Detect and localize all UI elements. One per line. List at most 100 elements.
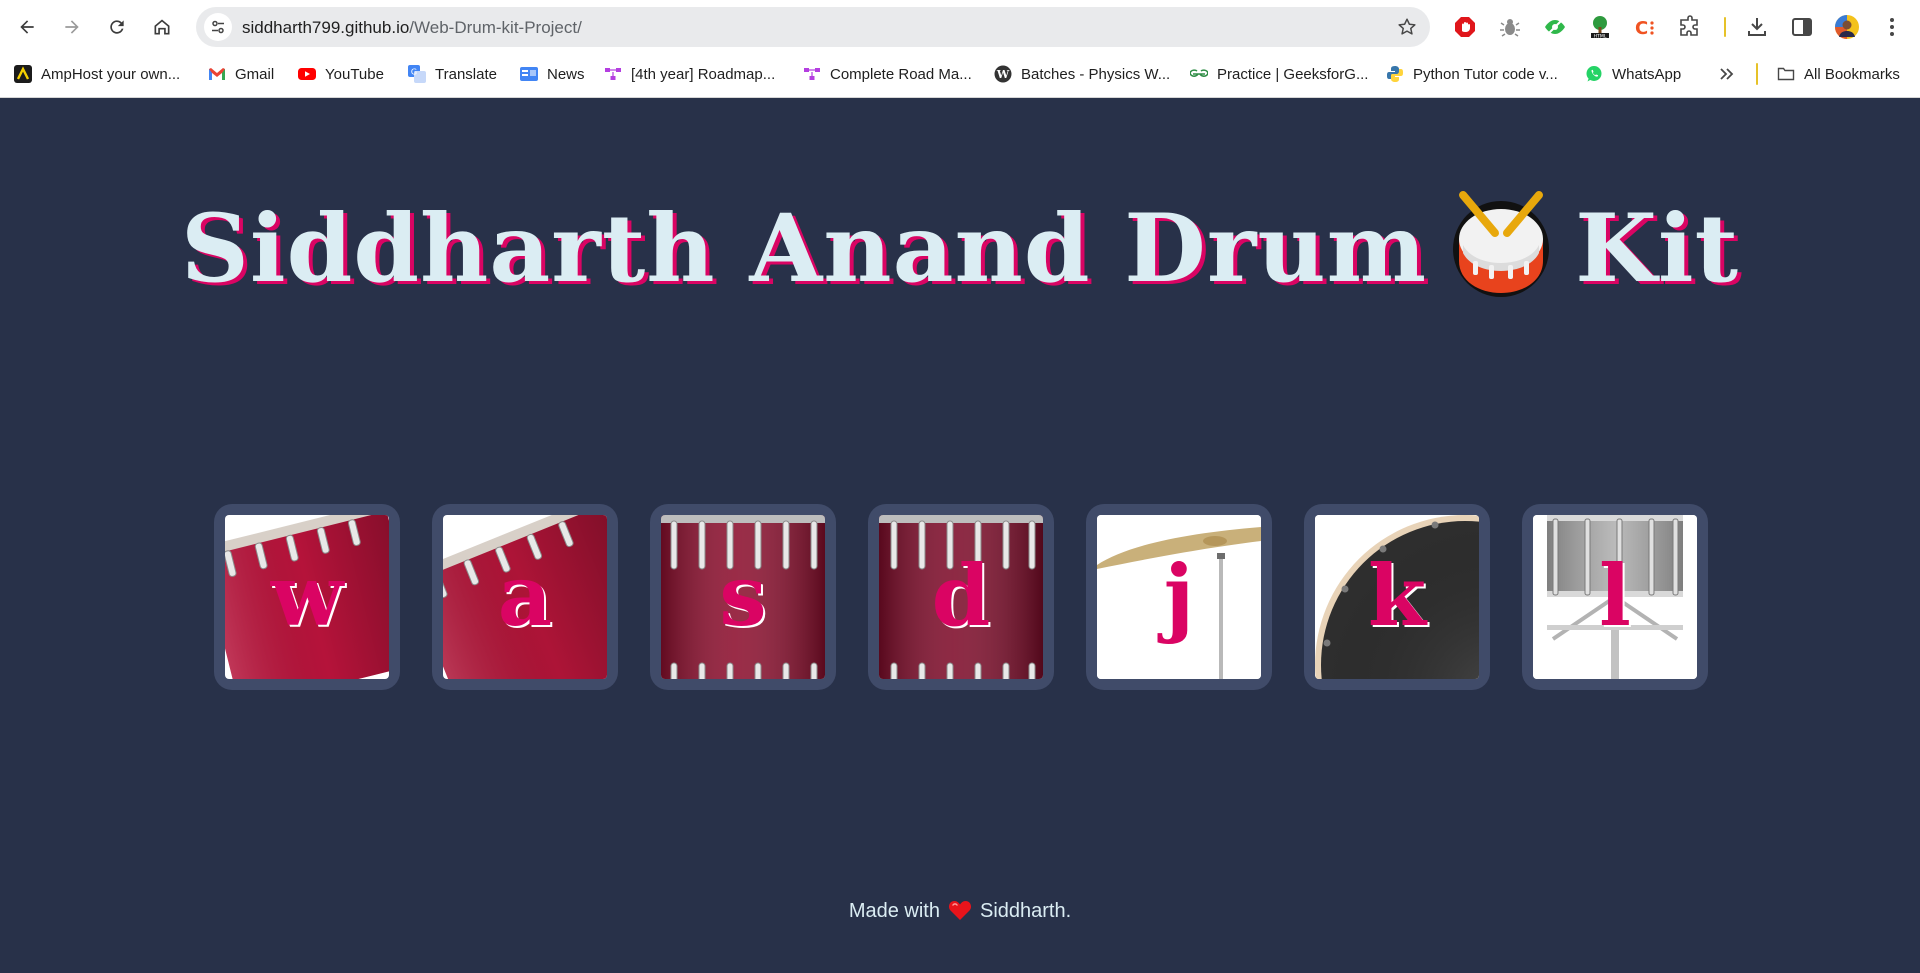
more-vertical-icon <box>1890 18 1894 36</box>
news-icon <box>520 65 538 83</box>
bookmark-label: [4th year] Roadmap... <box>631 65 776 83</box>
arrow-right-icon <box>65 20 79 34</box>
bookmark-label: Translate <box>435 65 497 83</box>
extension-bug-button[interactable] <box>1496 13 1524 41</box>
drum-key-label: j <box>1163 546 1195 645</box>
puzzle-icon <box>1680 15 1698 36</box>
drum-key-label: w <box>270 546 344 645</box>
extensions-button[interactable] <box>1676 13 1704 41</box>
roadmap-icon <box>604 65 622 83</box>
reload-icon <box>110 20 124 34</box>
bookmark-geeksforgeeks[interactable]: Practice | GeeksforG... <box>1190 62 1368 86</box>
drum-emoji-icon <box>1449 187 1553 299</box>
toolbar-separator <box>1724 17 1726 37</box>
bookmarks-bar: AmpHost your own... Gmail YouTube G Tran… <box>0 54 1920 94</box>
python-icon <box>1386 65 1404 83</box>
avatar <box>1835 15 1859 39</box>
bookmark-python-tutor[interactable]: Python Tutor code v... <box>1386 62 1558 86</box>
title-text-kit: Kit <box>1575 194 1739 304</box>
profile-button[interactable] <box>1833 13 1861 41</box>
svg-text:C: C <box>1635 18 1648 39</box>
drum-key-label: s <box>719 546 767 645</box>
whatsapp-icon <box>1585 65 1603 83</box>
side-panel-button[interactable] <box>1788 13 1816 41</box>
downloads-button[interactable] <box>1743 13 1771 41</box>
forward-button[interactable] <box>55 10 89 44</box>
bookmarks-separator <box>1756 63 1758 85</box>
wordpress-icon: W <box>994 65 1012 83</box>
all-bookmarks-button[interactable]: All Bookmarks <box>1777 62 1900 86</box>
svg-text:G: G <box>411 68 417 77</box>
extension-code-button[interactable]: C <box>1631 13 1659 41</box>
drum-key-label: d <box>931 546 991 645</box>
footer-author: Siddharth. <box>979 900 1072 922</box>
browser-menu-button[interactable] <box>1878 13 1906 41</box>
bookmark-translate[interactable]: G Translate <box>408 62 497 86</box>
drum-pad-l[interactable]: l <box>1522 504 1708 690</box>
url-text[interactable]: siddharth799.github.io/Web-Drum-kit-Proj… <box>242 18 582 38</box>
drum-key-label: a <box>497 546 553 645</box>
drum-pad-s[interactable]: s <box>650 504 836 690</box>
bookmark-4th-year-roadmap[interactable]: [4th year] Roadmap... <box>604 62 775 86</box>
all-bookmarks-label: All Bookmarks <box>1804 65 1900 83</box>
gmail-icon <box>208 65 226 83</box>
extension-html-tree-button[interactable]: HTML <box>1586 13 1614 41</box>
bookmark-youtube[interactable]: YouTube <box>298 62 384 86</box>
drum-key-label: k <box>1367 546 1427 645</box>
bookmark-whatsapp[interactable]: WhatsApp <box>1585 62 1681 86</box>
bookmark-amphost[interactable]: AmpHost your own... <box>14 62 180 86</box>
download-icon <box>1748 18 1766 36</box>
footer-text-made-with: Made with <box>848 900 940 922</box>
drum-pad-a[interactable]: a <box>432 504 618 690</box>
drum-kit-page: Siddharth Anand Drum Kit w a s d j k l M… <box>0 99 1920 973</box>
bookmark-label: Gmail <box>235 65 275 83</box>
bookmark-complete-road-map[interactable]: Complete Road Ma... <box>803 62 972 86</box>
amphost-icon <box>14 65 32 83</box>
bookmark-label: Python Tutor code v... <box>1413 65 1558 83</box>
bookmark-label: Practice | GeeksforG... <box>1217 65 1369 83</box>
bookmark-batches-physics[interactable]: W Batches - Physics W... <box>994 62 1170 86</box>
browser-toolbar: siddharth799.github.io/Web-Drum-kit-Proj… <box>0 0 1920 54</box>
home-icon <box>154 19 170 35</box>
page-footer: Made with Siddharth. <box>0 899 1920 923</box>
geeksforgeeks-icon <box>1190 65 1208 83</box>
drum-pad-k[interactable]: k <box>1304 504 1490 690</box>
heart-icon <box>948 899 972 921</box>
site-info-button[interactable] <box>204 13 232 41</box>
bookmark-star-icon[interactable] <box>1396 16 1418 38</box>
address-bar[interactable]: siddharth799.github.io/Web-Drum-kit-Proj… <box>196 7 1430 47</box>
bookmark-label: YouTube <box>325 65 384 83</box>
page-title: Siddharth Anand Drum Kit <box>0 187 1920 304</box>
drum-pad-j[interactable]: j <box>1086 504 1272 690</box>
back-button[interactable] <box>10 10 44 44</box>
arrow-left-icon <box>20 20 34 34</box>
bug-icon <box>1500 19 1520 37</box>
reload-button[interactable] <box>100 10 134 44</box>
youtube-icon <box>298 65 316 83</box>
browser-chrome: siddharth799.github.io/Web-Drum-kit-Proj… <box>0 0 1920 98</box>
bookmark-gmail[interactable]: Gmail <box>208 62 274 86</box>
bookmark-label: Complete Road Ma... <box>830 65 972 83</box>
url-path: /Web-Drum-kit-Project/ <box>409 18 582 37</box>
drum-pad-w[interactable]: w <box>214 504 400 690</box>
drum-pad-d[interactable]: d <box>868 504 1054 690</box>
bookmark-label: WhatsApp <box>1612 65 1682 83</box>
drum-set: w a s d j k l <box>214 504 1708 690</box>
folder-icon <box>1777 65 1795 83</box>
extension-eye-button[interactable] <box>1541 13 1569 41</box>
title-text-main: Siddharth Anand Drum <box>181 194 1428 304</box>
bookmark-label: AmpHost your own... <box>41 65 181 83</box>
eye-slash-icon <box>1545 18 1565 36</box>
roadmap-icon <box>803 65 821 83</box>
extension-adblock-button[interactable] <box>1451 13 1479 41</box>
html-tree-icon: HTML <box>1591 16 1609 39</box>
drum-key-label: l <box>1599 546 1631 645</box>
chevron-double-right-icon <box>1720 68 1734 80</box>
bookmark-label: Batches - Physics W... <box>1021 65 1171 83</box>
bookmark-news[interactable]: News <box>520 62 585 86</box>
home-button[interactable] <box>145 10 179 44</box>
svg-text:W: W <box>996 68 1010 81</box>
bookmark-label: News <box>547 65 585 83</box>
tune-icon <box>212 20 224 34</box>
bookmarks-overflow-button[interactable] <box>1718 62 1736 86</box>
